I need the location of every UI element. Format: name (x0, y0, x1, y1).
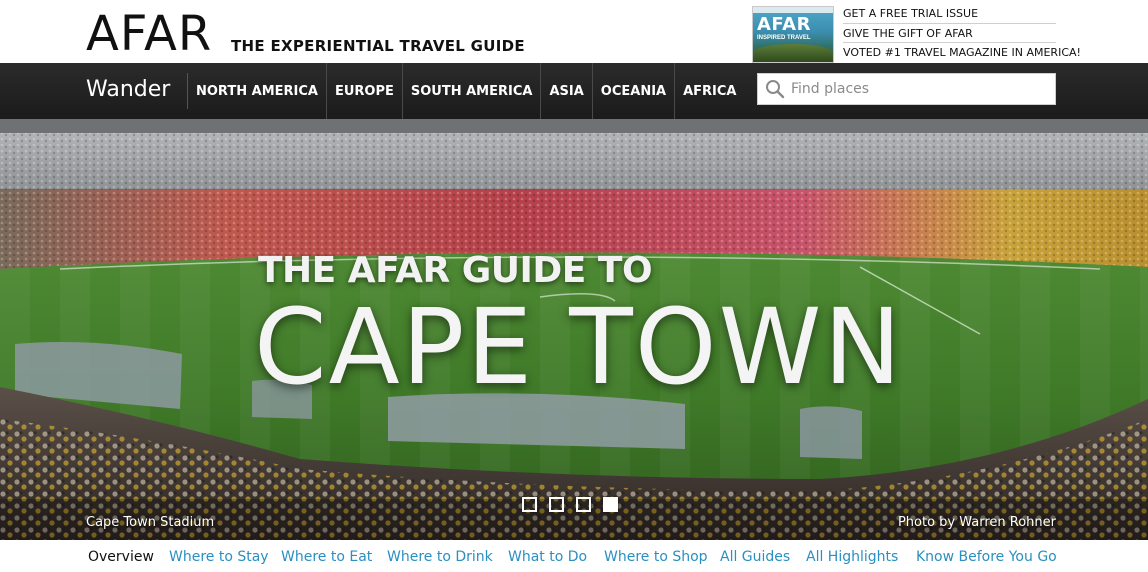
search-icon[interactable] (765, 79, 785, 99)
hero-banner[interactable]: THE AFAR GUIDE TO CAPE TOWN Cape Town St… (0, 119, 1148, 540)
magazine-cover-logo: AFAR (757, 14, 811, 35)
promo-links: GET A FREE TRIAL ISSUE GIVE THE GIFT OF … (843, 4, 1081, 63)
photo-caption: Cape Town Stadium (86, 515, 215, 530)
slide-dot-1[interactable] (522, 497, 537, 512)
tab-where-to-drink[interactable]: Where to Drink (387, 549, 493, 565)
tab-where-to-eat[interactable]: Where to Eat (281, 549, 372, 565)
slide-dot-4[interactable] (603, 497, 618, 512)
nav-asia[interactable]: ASIA (540, 63, 591, 119)
gift-link[interactable]: GIVE THE GIFT OF AFAR (843, 24, 1056, 43)
brand-bar: AFAR THE EXPERIENTIAL TRAVEL GUIDE AFAR … (0, 0, 1148, 63)
magazine-cover-strip (753, 7, 833, 13)
tab-all-guides[interactable]: All Guides (720, 549, 790, 565)
tagline: THE EXPERIENTIAL TRAVEL GUIDE (231, 37, 525, 55)
slide-dot-2[interactable] (549, 497, 564, 512)
tab-what-to-do[interactable]: What to Do (508, 549, 587, 565)
tab-where-to-stay[interactable]: Where to Stay (169, 549, 269, 565)
tab-know-before-you-go[interactable]: Know Before You Go (916, 549, 1057, 565)
hero-title: CAPE TOWN (254, 286, 904, 408)
tab-all-highlights[interactable]: All Highlights (806, 549, 898, 565)
nav-europe[interactable]: EUROPE (325, 63, 402, 119)
search-input[interactable] (791, 81, 1051, 97)
magazine-cover-subtitle: INSPIRED TRAVEL (757, 35, 811, 41)
nav-south-america[interactable]: SOUTH AMERICA (401, 63, 541, 119)
slide-indicators (522, 497, 618, 512)
voted-link[interactable]: VOTED #1 TRAVEL MAGAZINE IN AMERICA! (843, 43, 1081, 63)
region-list: NORTH AMERICA EUROPE SOUTH AMERICA ASIA … (188, 63, 744, 119)
magazine-cover-image[interactable]: AFAR INSPIRED TRAVEL (752, 6, 834, 63)
search-box (757, 73, 1056, 105)
hero-kicker: THE AFAR GUIDE TO (258, 250, 653, 291)
guide-subnav: Overview Where to Stay Where to Eat Wher… (0, 540, 1148, 572)
magazine-cover-landscape (753, 44, 833, 62)
free-trial-link[interactable]: GET A FREE TRIAL ISSUE (843, 4, 1056, 24)
nav-north-america[interactable]: NORTH AMERICA (188, 63, 326, 119)
nav-africa[interactable]: AFRICA (674, 63, 744, 119)
nav-oceania[interactable]: OCEANIA (591, 63, 674, 119)
wander-link[interactable]: Wander (86, 77, 170, 102)
tab-where-to-shop[interactable]: Where to Shop (604, 549, 708, 565)
afar-logo[interactable]: AFAR (86, 8, 212, 60)
tab-overview[interactable]: Overview (88, 549, 154, 565)
photo-credit: Photo by Warren Rohner (897, 515, 1056, 530)
slide-dot-3[interactable] (576, 497, 591, 512)
main-nav: Wander NORTH AMERICA EUROPE SOUTH AMERIC… (0, 63, 1148, 119)
